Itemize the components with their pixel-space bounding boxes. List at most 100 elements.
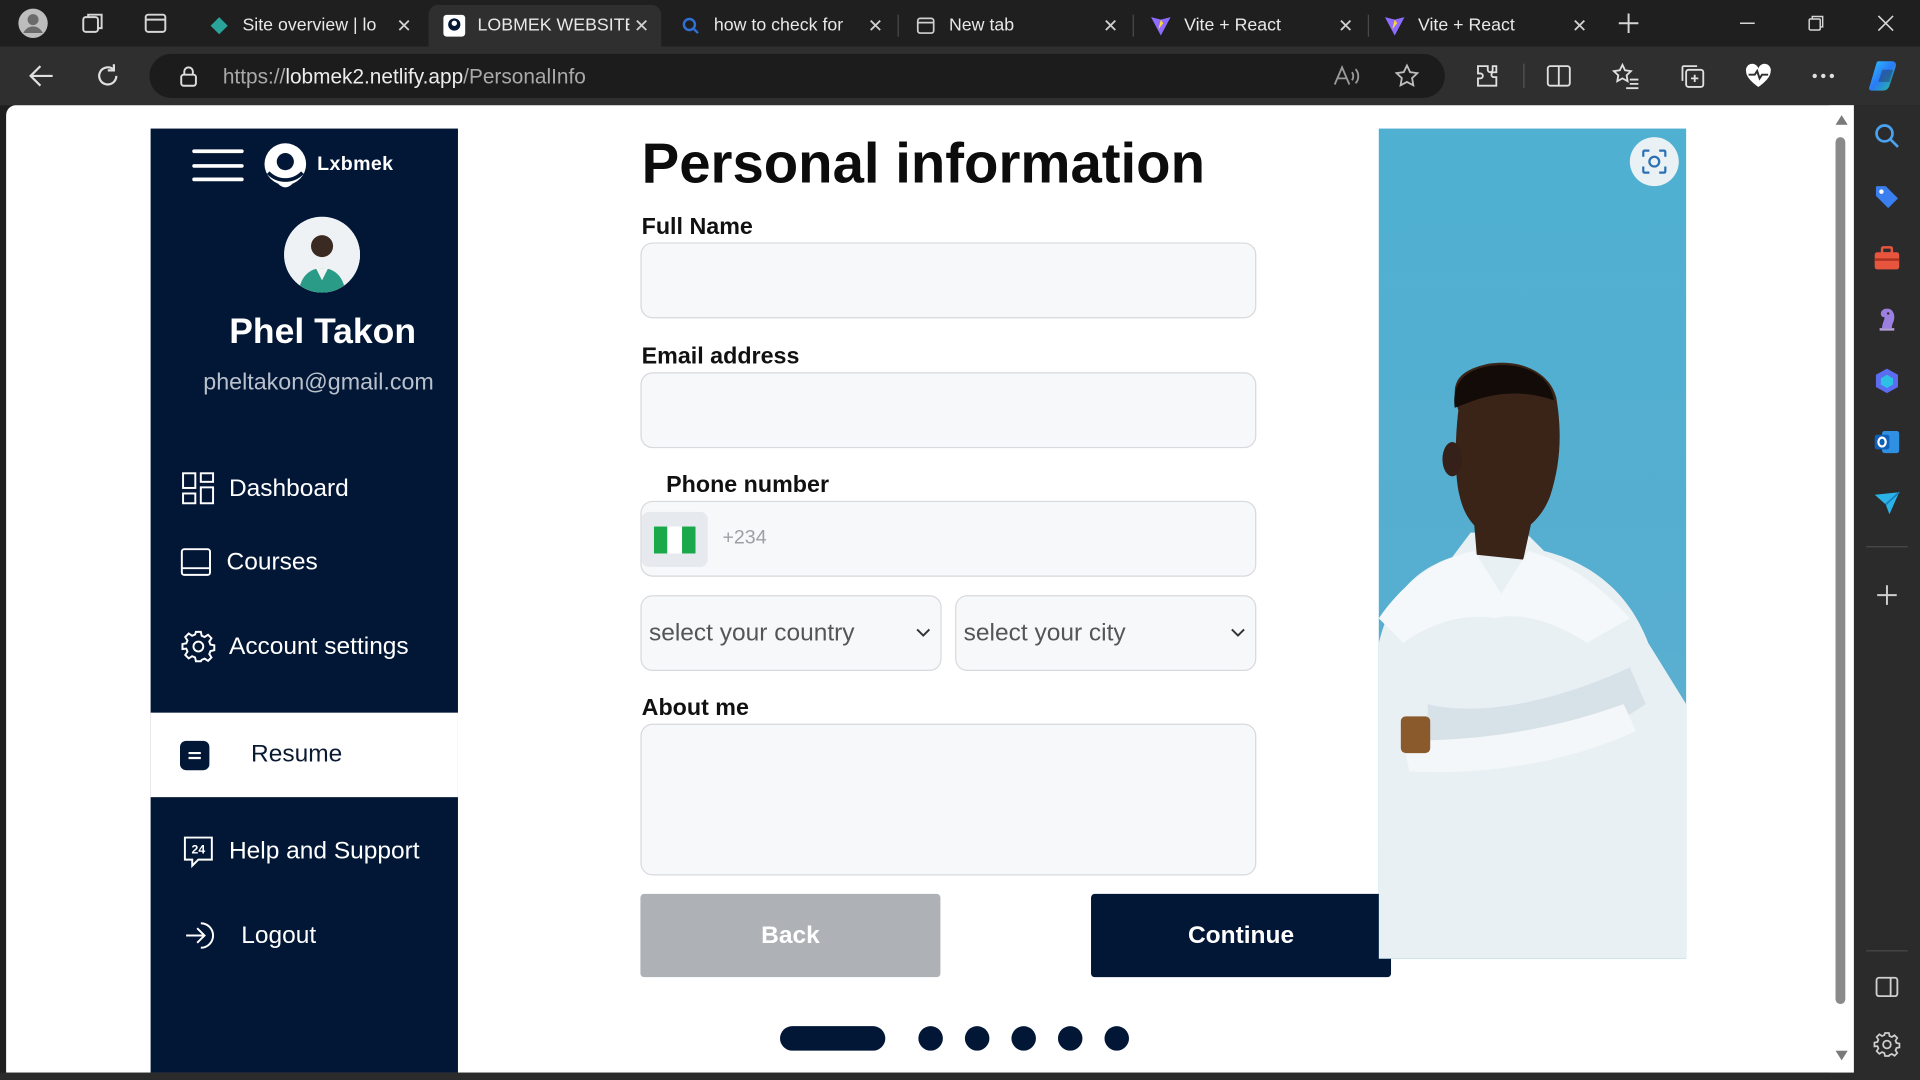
phone-placeholder: +234 — [722, 527, 767, 549]
city-select[interactable]: select your city — [955, 595, 1257, 672]
country-select-value: select your country — [648, 618, 855, 646]
split-screen-icon[interactable] — [1542, 59, 1576, 93]
country-flag-selector[interactable] — [641, 511, 708, 567]
svg-text:24: 24 — [192, 842, 206, 856]
extensions-icon[interactable] — [1469, 59, 1503, 93]
hamburger-menu-icon[interactable] — [192, 149, 244, 182]
hide-sidebar-icon[interactable] — [1869, 969, 1906, 1006]
url-scheme: https:// — [222, 64, 286, 89]
restore-icon[interactable] — [1799, 6, 1833, 40]
close-tab-icon[interactable]: ✕ — [1333, 13, 1357, 37]
search-icon — [680, 15, 702, 37]
sidebar-settings-gear-icon[interactable] — [1869, 1026, 1906, 1063]
sidebar-item-account-settings[interactable]: Account settings — [180, 628, 409, 665]
profile-icon[interactable] — [16, 6, 50, 40]
continue-button[interactable]: Continue — [1091, 893, 1392, 978]
hero-photo — [1378, 128, 1687, 959]
about-me-textarea[interactable] — [640, 723, 1257, 876]
full-name-input[interactable] — [640, 242, 1257, 319]
copilot-app-icon[interactable] — [1869, 362, 1906, 399]
url-text[interactable]: https://lobmek2.netlify.app/PersonalInfo — [223, 65, 586, 89]
refresh-icon[interactable] — [91, 59, 125, 93]
close-tab-icon[interactable]: ✕ — [1567, 13, 1591, 37]
scroll-down-arrow-icon — [1835, 1050, 1848, 1061]
web-page: Lxbmek Phel Takon pheltakon@gmail.com Da… — [6, 105, 1854, 1073]
edge-sidebar-divider — [1866, 950, 1908, 952]
logout-icon — [180, 917, 217, 954]
avatar[interactable] — [284, 216, 361, 293]
sidebar-item-courses[interactable]: Courses — [178, 544, 318, 581]
nigeria-flag-icon — [653, 525, 696, 553]
sidebar-item-logout[interactable]: Logout — [180, 917, 316, 954]
close-tab-icon[interactable]: ✕ — [629, 13, 653, 37]
send-paper-plane-icon[interactable] — [1869, 485, 1906, 522]
email-input[interactable] — [640, 372, 1257, 449]
progress-step-dot — [1104, 1026, 1129, 1051]
tab-how-to-check[interactable]: how to check for ✕ — [665, 5, 895, 47]
chevron-down-icon — [1231, 628, 1246, 638]
progress-step-dot — [918, 1026, 943, 1051]
close-tab-icon[interactable]: ✕ — [1098, 13, 1122, 37]
lock-icon[interactable] — [171, 59, 205, 93]
resume-icon — [180, 740, 210, 770]
close-window-icon[interactable] — [1869, 6, 1903, 40]
more-menu-icon[interactable] — [1806, 59, 1840, 93]
sidebar-header: Lxbmek — [192, 141, 393, 190]
browser-essentials-icon[interactable] — [1741, 59, 1775, 93]
url-host: lobmek2.netlify.app — [285, 64, 464, 89]
workspaces-icon[interactable] — [76, 6, 110, 40]
sidebar-item-label: Dashboard — [228, 474, 349, 502]
sidebar: Lxbmek Phel Takon pheltakon@gmail.com Da… — [150, 128, 458, 1073]
sidebar-item-label: Help and Support — [228, 836, 420, 864]
favorites-icon[interactable] — [1609, 59, 1643, 93]
progress-step-dot — [1057, 1026, 1083, 1051]
back-button[interactable]: Back — [640, 893, 941, 978]
close-tab-icon[interactable]: ✕ — [863, 13, 887, 37]
add-sidebar-app-icon[interactable] — [1869, 577, 1906, 614]
brand-name: Lxbmek — [317, 154, 394, 176]
copilot-icon[interactable] — [1866, 58, 1905, 95]
scroll-up-arrow-icon — [1835, 115, 1848, 125]
tab-actions-icon[interactable] — [138, 6, 172, 40]
read-aloud-icon[interactable] — [1330, 59, 1364, 93]
close-tab-icon[interactable]: ✕ — [392, 13, 416, 37]
visual-search-icon — [1641, 148, 1668, 175]
tab-new-tab[interactable]: New tab ✕ — [900, 5, 1130, 47]
outlook-icon[interactable] — [1869, 424, 1906, 461]
tab-lobmek-website[interactable]: LOBMEK WEBSITE ✕ — [428, 4, 662, 47]
new-tab-plus-icon[interactable] — [1611, 6, 1645, 40]
visual-search-button[interactable] — [1629, 137, 1679, 187]
edge-sidebar — [1853, 105, 1920, 1080]
country-select[interactable]: select your country — [640, 595, 942, 672]
progress-step-active — [780, 1026, 886, 1051]
tab-vite-react-1[interactable]: Vite + React ✕ — [1135, 5, 1365, 47]
progress-step-dot — [1011, 1026, 1036, 1051]
page-scrollbar-thumb[interactable] — [1835, 137, 1846, 1005]
vite-icon — [1384, 15, 1406, 37]
tools-briefcase-icon[interactable] — [1869, 240, 1906, 277]
gear-icon — [180, 628, 217, 665]
profile-email: pheltakon@gmail.com — [203, 369, 434, 396]
phone-input[interactable]: +234 — [640, 500, 1257, 577]
games-chess-icon[interactable] — [1869, 301, 1906, 338]
sidebar-item-help-support[interactable]: 24 Help and Support — [180, 833, 420, 870]
sidebar-item-dashboard[interactable]: Dashboard — [180, 470, 349, 507]
progress-step-dot — [964, 1026, 990, 1051]
sidebar-item-label: Resume — [251, 740, 343, 768]
sidebar-search-icon[interactable] — [1869, 118, 1906, 155]
full-name-label: Full Name — [641, 214, 753, 241]
support-24-icon: 24 — [180, 833, 217, 870]
address-bar[interactable]: https://lobmek2.netlify.app/PersonalInfo — [149, 53, 1445, 98]
tab-separator — [897, 14, 899, 37]
minimize-icon[interactable] — [1730, 6, 1764, 40]
sidebar-item-resume[interactable]: Resume — [150, 712, 458, 798]
email-label: Email address — [641, 344, 800, 370]
courses-icon — [178, 544, 215, 581]
tab-site-overview[interactable]: Site overview | lo ✕ — [193, 5, 423, 47]
favorite-star-icon[interactable] — [1390, 59, 1424, 93]
sidebar-item-label: Account settings — [228, 632, 409, 660]
back-arrow-icon[interactable] — [24, 59, 58, 93]
tab-vite-react-2[interactable]: Vite + React ✕ — [1369, 5, 1599, 47]
shopping-tag-icon[interactable] — [1869, 179, 1906, 216]
collections-icon[interactable] — [1675, 59, 1709, 93]
